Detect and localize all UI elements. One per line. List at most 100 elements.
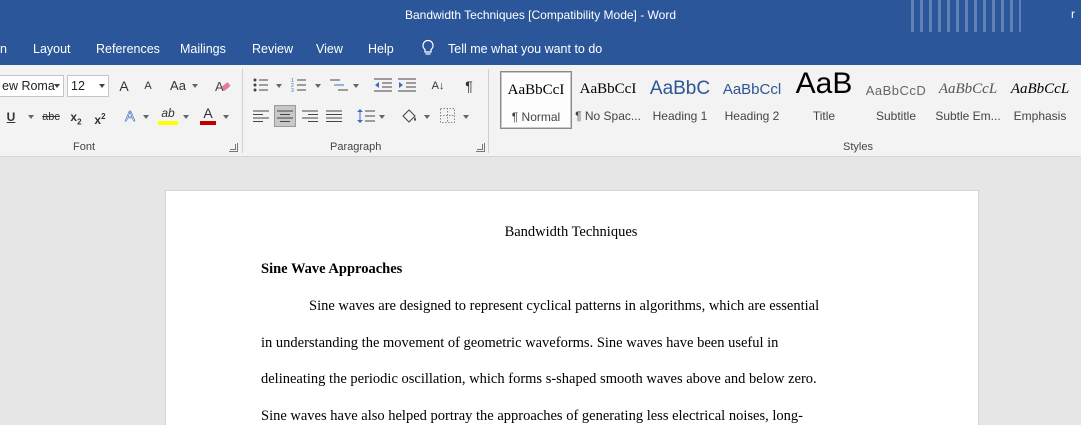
title-bar: Bandwidth Techniques [Compatibility Mode… — [0, 0, 1081, 32]
strikethrough-button[interactable]: abc — [40, 106, 62, 128]
font-name-select[interactable]: ew Roma — [0, 75, 64, 97]
style-name: ¶ No Spac... — [575, 109, 641, 123]
grow-font-button[interactable]: A — [116, 75, 132, 97]
chevron-down-icon — [54, 84, 60, 88]
borders-icon[interactable] — [440, 108, 455, 123]
chevron-down-icon[interactable] — [463, 115, 469, 119]
group-divider — [488, 69, 489, 153]
chevron-down-icon[interactable] — [143, 115, 149, 119]
style-subtle-emphasis[interactable]: AaBbCcL Subtle Em... — [932, 71, 1004, 129]
chevron-down-icon[interactable] — [192, 84, 198, 88]
body-line[interactable]: Sine waves are designed to represent cyc… — [261, 298, 881, 315]
ribbon-tabs: n Layout References Mailings Review View… — [0, 32, 1081, 65]
superscript-button[interactable]: x2 — [92, 106, 108, 128]
chevron-down-icon[interactable] — [315, 84, 321, 88]
document-title[interactable]: Bandwidth Techniques — [261, 224, 881, 241]
styles-group-label: Styles — [843, 141, 873, 153]
chevron-down-icon[interactable] — [223, 115, 229, 119]
styles-gallery: AaBbCcI ¶ Normal AaBbCcI ¶ No Spac... Aa… — [498, 67, 1081, 133]
lightbulb-icon[interactable] — [420, 39, 436, 57]
style-preview: AaBbCcI — [579, 81, 637, 97]
align-center-icon — [277, 110, 293, 122]
section-heading[interactable]: Sine Wave Approaches — [261, 261, 881, 278]
style-preview: AaB — [795, 67, 853, 100]
chevron-down-icon[interactable] — [424, 115, 430, 119]
tab-help[interactable]: Help — [368, 42, 394, 56]
bullets-icon[interactable] — [253, 77, 269, 93]
chevron-down-icon[interactable] — [183, 115, 189, 119]
style-preview: AaBbCcL — [1010, 81, 1070, 97]
style-preview: AaBbCcD — [865, 83, 927, 98]
style-preview: AaBbCcI — [507, 82, 565, 98]
align-left-icon[interactable] — [253, 110, 269, 123]
style-name: Subtle Em... — [935, 109, 1001, 123]
account-name[interactable]: r — [1071, 7, 1081, 21]
multilevel-list-icon[interactable] — [330, 77, 348, 93]
style-name: Title — [812, 109, 836, 123]
document-canvas[interactable]: Bandwidth Techniques Sine Wave Approache… — [0, 157, 1081, 425]
shrink-font-button[interactable]: A — [140, 75, 156, 97]
clear-formatting-icon[interactable]: A — [214, 77, 232, 95]
tab-layout[interactable]: Layout — [33, 42, 71, 56]
body-line[interactable]: Sine waves have also helped portray the … — [261, 408, 881, 425]
font-name-value: ew Roma — [2, 79, 55, 93]
chevron-down-icon[interactable] — [353, 84, 359, 88]
chevron-down-icon — [99, 84, 105, 88]
text-effects-button[interactable]: A — [122, 106, 138, 128]
highlight-color-button[interactable]: ab — [158, 104, 178, 125]
tab-review[interactable]: Review — [252, 42, 293, 56]
svg-text:3: 3 — [291, 88, 294, 93]
style-heading-1[interactable]: AaBbC Heading 1 — [644, 71, 716, 129]
sort-button[interactable]: A↓ — [428, 75, 448, 97]
superscript-mark: 2 — [101, 112, 106, 121]
font-group-label: Font — [73, 141, 96, 153]
tab-mailings[interactable]: Mailings — [180, 42, 226, 56]
underline-button[interactable]: U — [5, 106, 17, 128]
font-color-button[interactable]: A — [200, 104, 216, 125]
chevron-down-icon[interactable] — [276, 84, 282, 88]
style-name: Heading 2 — [724, 109, 780, 123]
style-name: Heading 1 — [652, 109, 708, 123]
line-spacing-icon[interactable] — [357, 108, 375, 124]
tab-view[interactable]: View — [316, 42, 343, 56]
subscript-mark: 2 — [77, 117, 82, 127]
font-dialog-launcher-icon[interactable] — [229, 143, 238, 152]
subscript-button[interactable]: x2 — [68, 106, 84, 128]
increase-indent-icon[interactable] — [398, 77, 416, 93]
body-line[interactable]: in understanding the movement of geometr… — [261, 335, 881, 352]
chevron-down-icon[interactable] — [379, 115, 385, 119]
tell-me-search[interactable]: Tell me what you want to do — [448, 42, 602, 56]
style-heading-2[interactable]: AaBbCcl Heading 2 — [716, 71, 788, 129]
style-title[interactable]: AaB Title — [788, 67, 860, 129]
style-name: Subtitle — [875, 109, 917, 123]
paragraph-dialog-launcher-icon[interactable] — [476, 143, 485, 152]
ribbon: ew Roma 12 A A Aa A U abc x2 x2 A ab A F… — [0, 65, 1081, 157]
font-size-value: 12 — [71, 79, 85, 93]
style-name: ¶ Normal — [511, 110, 561, 124]
tab-insert[interactable]: n — [0, 42, 7, 56]
tab-references[interactable]: References — [96, 42, 160, 56]
show-formatting-marks-button[interactable]: ¶ — [461, 75, 477, 97]
align-right-icon[interactable] — [302, 110, 318, 123]
body-line[interactable]: delineating the periodic oscillation, wh… — [261, 371, 881, 388]
change-case-button[interactable]: Aa — [168, 75, 188, 97]
title-bar-decoration — [911, 0, 1021, 32]
group-divider — [242, 69, 243, 153]
decrease-indent-icon[interactable] — [374, 77, 392, 93]
style-preview: AaBbCcl — [722, 81, 782, 98]
font-size-select[interactable]: 12 — [67, 75, 109, 97]
style-subtitle[interactable]: AaBbCcD Subtitle — [860, 71, 932, 129]
document-page[interactable]: Bandwidth Techniques Sine Wave Approache… — [165, 190, 979, 425]
shading-icon[interactable] — [400, 107, 418, 125]
justify-icon[interactable] — [326, 110, 342, 123]
style-preview: AaBbC — [649, 78, 711, 99]
style-emphasis[interactable]: AaBbCcL Emphasis — [1004, 71, 1076, 129]
style-name: Emphasis — [1013, 109, 1067, 123]
align-center-button[interactable] — [274, 105, 296, 127]
style-normal[interactable]: AaBbCcI ¶ Normal — [500, 71, 572, 129]
style-preview: AaBbCcL — [938, 81, 998, 97]
numbering-icon[interactable]: 1 2 3 — [291, 77, 307, 93]
paragraph-group-label: Paragraph — [330, 141, 382, 153]
style-no-spacing[interactable]: AaBbCcI ¶ No Spac... — [572, 71, 644, 129]
chevron-down-icon[interactable] — [28, 115, 34, 119]
